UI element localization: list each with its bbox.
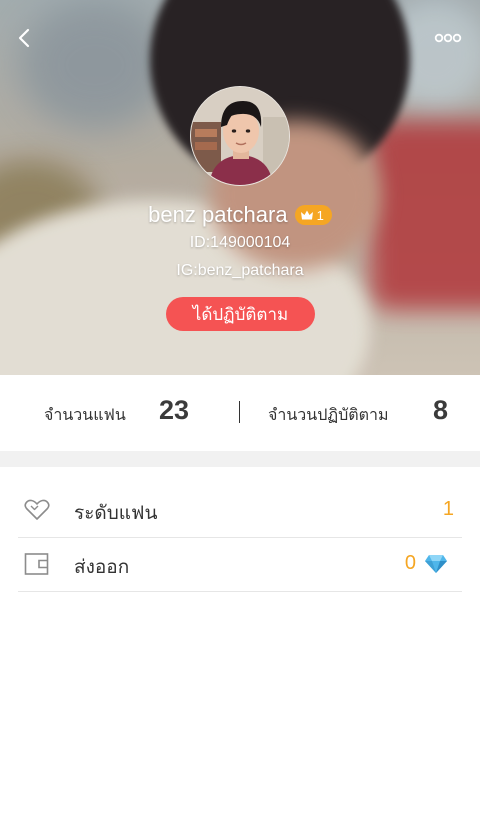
fan-level-label: ระดับแฟน <box>74 502 158 524</box>
export-label: ส่งออก <box>74 556 130 578</box>
list-item-export[interactable]: ส่งออก 0 <box>18 537 462 592</box>
level-badge: 1 <box>294 205 332 225</box>
crown-icon <box>300 210 313 220</box>
user-id: ID:149000104 <box>189 234 291 251</box>
list-item-fan-level[interactable]: ระดับแฟน 1 <box>18 483 462 538</box>
instagram-handle: IG:benz_patchara <box>176 262 304 279</box>
wallet-icon <box>24 553 49 575</box>
level-value: 1 <box>316 207 324 223</box>
avatar[interactable] <box>190 86 290 186</box>
diamond-icon <box>425 555 447 573</box>
more-dots-icon <box>434 33 462 43</box>
avatar-image <box>191 87 289 185</box>
back-button[interactable] <box>10 22 38 54</box>
stats-bar: จำนวนแฟน 23 จำนวนปฏิบัติตาม 8 <box>0 375 480 451</box>
fans-count[interactable]: 23 <box>159 395 189 426</box>
export-value: 0 <box>404 552 416 574</box>
chevron-left-icon <box>18 28 30 48</box>
following-count[interactable]: 8 <box>433 395 448 426</box>
following-label: จำนวนปฏิบัติตาม <box>268 405 389 424</box>
follow-button[interactable]: ได้ปฏิบัติตาม <box>166 297 315 331</box>
username-row: benz patchara 1 <box>0 202 480 228</box>
section-divider <box>0 451 480 467</box>
more-options-button[interactable] <box>430 26 466 50</box>
fans-label: จำนวนแฟน <box>44 405 126 424</box>
username: benz patchara <box>148 202 288 227</box>
heart-outline-icon <box>24 499 50 520</box>
profile-screen: benz patchara 1 ID:149000104 IG:benz_pat… <box>0 0 480 816</box>
stats-divider <box>239 401 240 423</box>
fan-level-value: 1 <box>442 498 454 520</box>
profile-header-background: benz patchara 1 ID:149000104 IG:benz_pat… <box>0 0 480 375</box>
